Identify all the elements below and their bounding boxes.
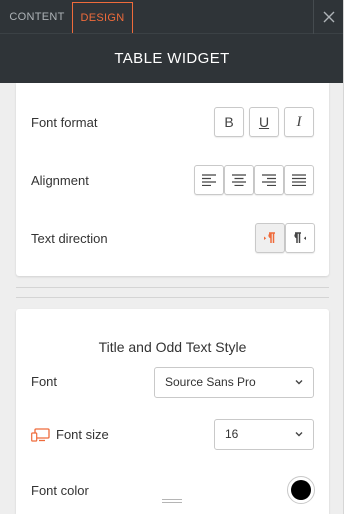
- underline-icon: U: [258, 114, 270, 130]
- section-divider: [16, 297, 329, 298]
- italic-icon: I: [296, 113, 302, 130]
- tab-design[interactable]: DESIGN: [72, 2, 133, 33]
- style-section-title: Title and Odd Text Style: [98, 339, 247, 355]
- font-size-value: 16: [225, 427, 239, 441]
- resize-handle-icon[interactable]: [162, 498, 182, 504]
- font-family-value: Source Sans Pro: [165, 375, 256, 389]
- text-direction-label: Text direction: [31, 231, 108, 246]
- font-family-select[interactable]: Source Sans Pro: [154, 367, 314, 398]
- text-style-card: Title and Odd Text Style Font Source San…: [16, 309, 329, 514]
- font-size-select[interactable]: 16: [214, 419, 314, 450]
- underline-button[interactable]: U: [249, 107, 279, 137]
- close-icon: [323, 11, 335, 23]
- desktop-device-icon: [31, 428, 50, 442]
- align-right-button[interactable]: [254, 165, 284, 195]
- font-color-label: Font color: [31, 483, 89, 498]
- italic-button[interactable]: I: [284, 107, 314, 137]
- font-format-label: Font format: [31, 115, 98, 130]
- chevron-down-icon: [295, 380, 303, 385]
- align-left-button[interactable]: [194, 165, 224, 195]
- rtl-direction-button[interactable]: [285, 223, 315, 253]
- panel-title: TABLE WIDGET: [114, 50, 230, 67]
- close-button[interactable]: [313, 0, 343, 34]
- panel-header: CONTENT DESIGN TABLE WIDGET: [0, 0, 343, 83]
- bold-button[interactable]: B: [214, 107, 244, 137]
- rtl-direction-icon: [294, 232, 306, 243]
- bold-icon: B: [224, 114, 234, 130]
- section-divider: [16, 287, 329, 288]
- ltr-direction-icon: [264, 232, 275, 243]
- align-left-icon: [202, 174, 216, 186]
- font-color-dot: [291, 480, 311, 500]
- font-color-swatch[interactable]: [287, 476, 315, 504]
- format-settings-card: Font format B U I Alignment Text directi…: [16, 83, 329, 276]
- alignment-label: Alignment: [31, 173, 89, 188]
- chevron-down-icon: [295, 432, 303, 437]
- align-center-icon: [232, 174, 246, 186]
- align-center-button[interactable]: [224, 165, 254, 195]
- font-label: Font: [31, 374, 58, 389]
- tab-content[interactable]: CONTENT: [4, 2, 70, 33]
- align-justify-button[interactable]: [284, 165, 314, 195]
- widget-settings-panel: CONTENT DESIGN TABLE WIDGET Font format …: [0, 0, 344, 514]
- align-right-icon: [262, 174, 276, 186]
- align-justify-icon: [292, 174, 306, 186]
- ltr-direction-button[interactable]: [255, 223, 285, 253]
- font-size-label: Font size: [56, 427, 109, 442]
- tab-bar: CONTENT DESIGN: [0, 0, 343, 34]
